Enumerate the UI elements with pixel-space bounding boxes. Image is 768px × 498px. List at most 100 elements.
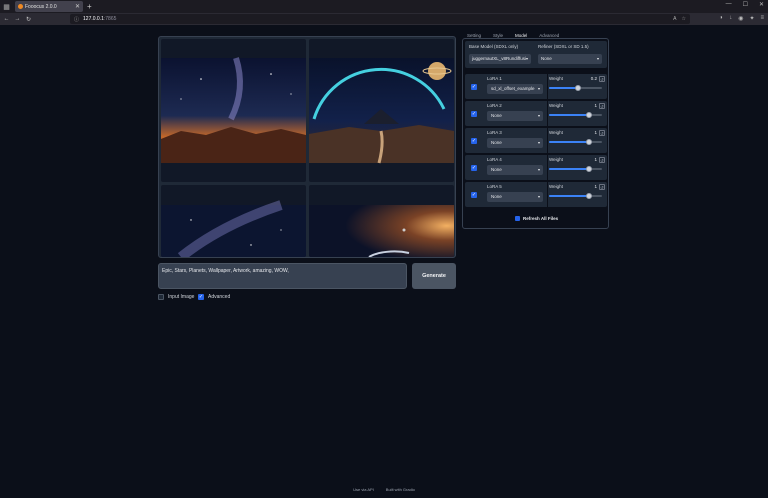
reset-icon[interactable]: ↺: [599, 76, 605, 82]
lora-label: LoRA 2: [487, 103, 502, 108]
site-info-icon[interactable]: ⓘ: [74, 16, 79, 23]
url-path: :7865: [103, 16, 117, 22]
advanced-label: Advanced: [208, 294, 231, 300]
base-model-select[interactable]: juggernautXL_v8Rundiffusi ▾: [469, 54, 531, 64]
tab-title: Fooocus 2.0.0: [25, 3, 57, 10]
weight-slider[interactable]: [549, 112, 602, 118]
slider-thumb[interactable]: [575, 85, 582, 91]
lora-select[interactable]: sd_xl_offset_example ▾: [487, 84, 543, 94]
weight-slider[interactable]: [549, 193, 602, 199]
weight-slider[interactable]: [549, 166, 602, 172]
reset-icon[interactable]: ↺: [599, 130, 605, 136]
close-window-icon[interactable]: ✕: [759, 1, 764, 8]
planet-road-image: [309, 58, 454, 164]
chevron-down-icon: ▾: [537, 86, 540, 91]
lora-enable-checkbox[interactable]: ✓: [471, 165, 477, 171]
lora-select[interactable]: None ▾: [487, 165, 543, 175]
weight-value[interactable]: 1: [587, 103, 597, 108]
bookmark-star-icon[interactable]: ☆: [682, 16, 686, 22]
weight-slider[interactable]: [549, 85, 602, 91]
reset-icon[interactable]: ↺: [599, 157, 605, 163]
advanced-option[interactable]: ✓ Advanced: [198, 294, 230, 300]
translate-icon[interactable]: A: [673, 16, 676, 22]
prompt-input[interactable]: Epic, Stars, Planets, Wallpaper, Artwork…: [158, 263, 407, 289]
lora-select[interactable]: None ▾: [487, 138, 543, 148]
weight-label: Weight: [549, 76, 563, 81]
lora-select[interactable]: None ▾: [487, 111, 543, 121]
tab-favicon-icon: [18, 4, 23, 9]
browser-nav-bar: ← → ↻ ⓘ 127.0.0.1:7865 A ☆ ◗ ↓ ◉ ✦ ≡: [0, 13, 768, 25]
browser-menu-icon[interactable]: ▦: [0, 0, 13, 13]
refresh-icon: [515, 216, 520, 221]
gallery-image-1[interactable]: [161, 39, 306, 182]
back-icon[interactable]: ←: [2, 16, 11, 22]
lora-enable-checkbox[interactable]: ✓: [471, 138, 477, 144]
advanced-checkbox[interactable]: ✓: [198, 294, 204, 300]
extensions-icon[interactable]: ✦: [749, 15, 754, 22]
refresh-label: Refresh All Files: [523, 216, 559, 221]
pocket-icon[interactable]: ◗: [720, 15, 724, 22]
menu-icon[interactable]: ≡: [760, 15, 764, 22]
divider: [547, 182, 548, 207]
weight-value[interactable]: 1: [587, 184, 597, 189]
slider-thumb[interactable]: [585, 166, 592, 172]
maximize-icon[interactable]: ☐: [743, 1, 748, 8]
tab-close-icon[interactable]: ✕: [75, 3, 80, 10]
lora-enable-checkbox[interactable]: ✓: [471, 192, 477, 198]
lora-enable-checkbox[interactable]: ✓: [471, 111, 477, 117]
browser-tab[interactable]: Fooocus 2.0.0 ✕: [15, 1, 83, 12]
gallery-image-4[interactable]: [309, 185, 454, 257]
base-model-label: Base Model (SDXL only): [469, 44, 519, 49]
download-icon[interactable]: ↓: [729, 15, 732, 22]
refiner-select[interactable]: None ▾: [538, 54, 602, 64]
weight-label: Weight: [549, 130, 563, 135]
generate-button[interactable]: Generate: [412, 263, 456, 289]
input-image-label: Input Image: [168, 294, 195, 300]
refiner-value: None: [541, 56, 552, 61]
divider: [547, 74, 548, 99]
refresh-all-files-button[interactable]: Refresh All Files: [515, 216, 558, 221]
url-host: 127.0.0.1: [83, 16, 104, 22]
lora-select[interactable]: None ▾: [487, 192, 543, 202]
weight-label: Weight: [549, 103, 563, 108]
chevron-down-icon: ▾: [537, 140, 540, 145]
slider-thumb[interactable]: [585, 112, 592, 118]
weight-value[interactable]: 0.2: [587, 76, 597, 81]
slider-fill: [549, 87, 579, 89]
chevron-down-icon: ▾: [596, 56, 599, 61]
lora-row: ✓ LoRA 4 None ▾ Weight 1 ↺: [465, 155, 607, 180]
refiner-label: Refiner (SDXL or SD 1.5): [538, 44, 589, 49]
input-image-checkbox[interactable]: [158, 294, 164, 300]
built-with-gradio-link[interactable]: Built with Gradio: [386, 487, 415, 492]
divider: [547, 101, 548, 126]
gallery-image-2[interactable]: [309, 39, 454, 182]
reset-icon[interactable]: ↺: [599, 103, 605, 109]
minimize-icon[interactable]: —: [726, 1, 732, 8]
divider: [547, 128, 548, 153]
input-image-option[interactable]: Input Image: [158, 294, 194, 300]
weight-value[interactable]: 1: [587, 157, 597, 162]
slider-fill: [549, 168, 589, 170]
weight-slider[interactable]: [549, 139, 602, 145]
browser-tab-bar: ▦ Fooocus 2.0.0 ✕ + — ☐ ✕: [0, 0, 768, 13]
use-api-link[interactable]: Use via API: [353, 487, 374, 492]
chevron-down-icon: ▾: [525, 56, 528, 61]
weight-value[interactable]: 1: [587, 130, 597, 135]
reset-icon[interactable]: ↺: [599, 184, 605, 190]
slider-thumb[interactable]: [585, 193, 592, 199]
lora-value: None: [491, 113, 502, 118]
lora-row: ✓ LoRA 2 None ▾ Weight 1 ↺: [465, 101, 607, 126]
lora-value: None: [491, 194, 502, 199]
new-tab-icon[interactable]: +: [87, 2, 92, 11]
forward-icon[interactable]: →: [13, 16, 22, 22]
reload-icon[interactable]: ↻: [24, 16, 33, 23]
gallery-image-3[interactable]: [161, 185, 306, 257]
lora-label: LoRA 5: [487, 184, 502, 189]
account-icon[interactable]: ◉: [738, 15, 743, 22]
slider-thumb[interactable]: [585, 139, 592, 145]
url-bar[interactable]: ⓘ 127.0.0.1:7865 A ☆: [70, 14, 690, 24]
chevron-down-icon: ▾: [537, 167, 540, 172]
lora-value: sd_xl_offset_example: [491, 86, 535, 91]
model-selectors: Base Model (SDXL only) juggernautXL_v8Ru…: [465, 41, 607, 68]
lora-enable-checkbox[interactable]: ✓: [471, 84, 477, 90]
